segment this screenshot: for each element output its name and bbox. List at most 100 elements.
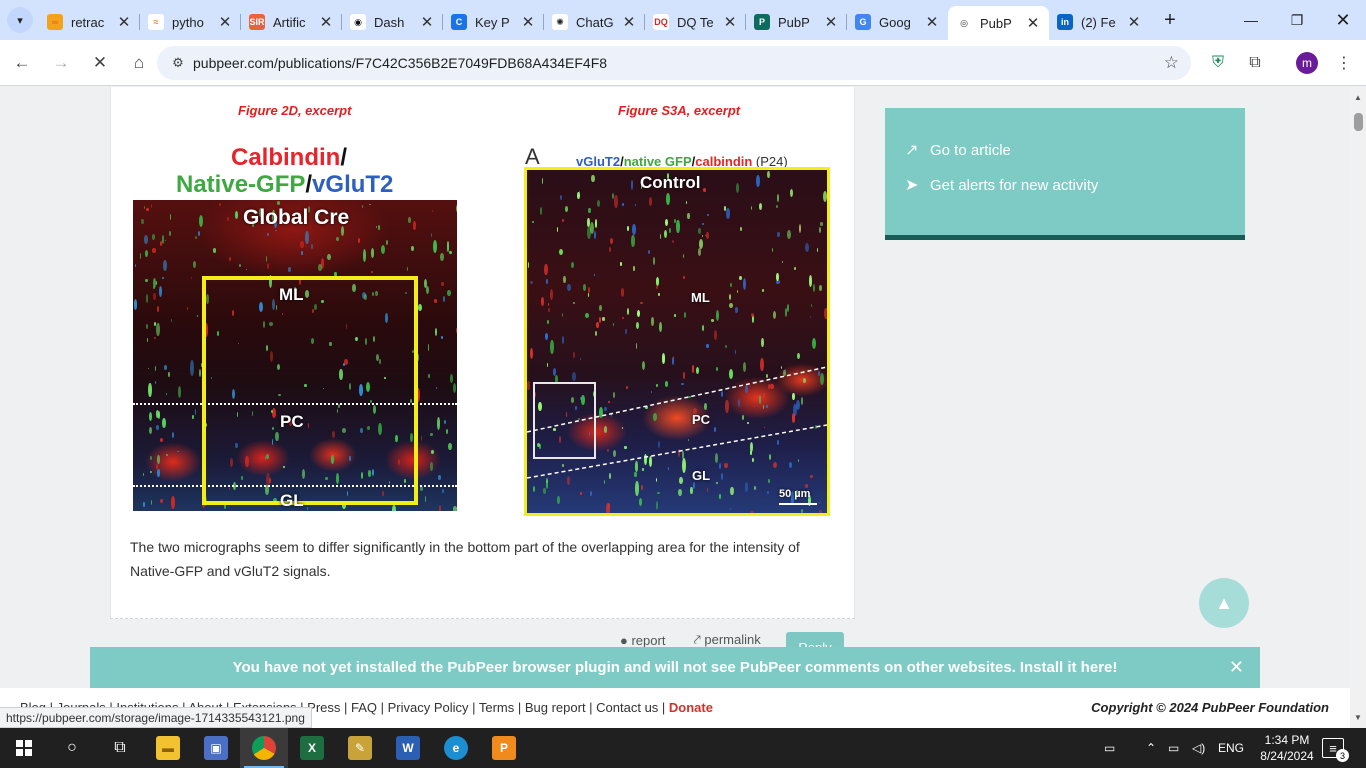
menu-kebab-icon[interactable]: ⋮	[1327, 46, 1361, 80]
browser-toolbar: ← → ✕ ⌂ ⚙ pubpeer.com/publications/F7C42…	[0, 40, 1366, 86]
fluorescence-speck	[164, 365, 168, 370]
home-button[interactable]: ⌂	[122, 46, 156, 80]
figure-right-caption: Figure S3A, excerpt	[618, 103, 741, 118]
clock-date: 8/24/2024	[1260, 749, 1314, 763]
excel-icon[interactable]: X	[288, 728, 336, 768]
fluorescence-speck	[196, 314, 199, 318]
tab-search-button[interactable]: ▾	[7, 7, 33, 33]
fluorescence-speck	[440, 282, 445, 286]
fluorescence-speck	[438, 504, 441, 511]
browser-tab[interactable]: C Key P ✕	[443, 6, 544, 38]
report-link[interactable]: ● report	[620, 633, 679, 648]
fluorescence-speck	[301, 251, 303, 256]
tab-title: pytho	[172, 14, 204, 30]
remote-app-icon[interactable]: ▣	[192, 728, 240, 768]
start-button[interactable]	[0, 728, 48, 768]
notification-icon[interactable]: ≡ 3	[1322, 738, 1349, 762]
fluorescence-speck	[305, 230, 309, 245]
page-scrollbar[interactable]: ▲ ▼	[1350, 87, 1366, 727]
tab-close-icon[interactable]: ✕	[722, 13, 738, 31]
fluorescence-speck	[413, 220, 416, 230]
browser-tab[interactable]: ◉ Dash ✕	[342, 6, 443, 38]
fluorescence-speck	[392, 505, 396, 511]
fluorescence-speck	[370, 247, 375, 259]
banner-close-icon[interactable]: ✕	[1229, 657, 1244, 678]
fluorescence-speck	[146, 207, 149, 211]
scroll-down-arrow[interactable]: ▼	[1350, 709, 1366, 725]
tab-title: Key P	[475, 14, 510, 30]
site-info-icon[interactable]: ⚙	[163, 55, 193, 71]
new-tab-button[interactable]: +	[1156, 6, 1184, 34]
permalink-link[interactable]: ⤤ permalink	[693, 632, 774, 648]
donate-link[interactable]: Donate	[669, 700, 713, 715]
tab-title: (2) Fe	[1081, 14, 1116, 30]
tools-app-icon[interactable]: ✎	[336, 728, 384, 768]
tab-close-icon[interactable]: ✕	[318, 13, 334, 31]
url-text[interactable]: pubpeer.com/publications/F7C42C356B2E704…	[193, 55, 607, 71]
permalink-label: permalink	[704, 632, 761, 647]
browser-tab[interactable]: DQ DQ Te ✕	[645, 6, 746, 38]
browser-tab[interactable]: G Goog ✕	[847, 6, 948, 38]
fluorescence-speck	[153, 292, 156, 301]
fluorescence-speck	[166, 453, 168, 457]
close-window-button[interactable]: ✕	[1320, 0, 1366, 40]
get-alerts-link[interactable]: ➤ Get alerts for new activity	[905, 175, 1098, 195]
browser-tab[interactable]: in (2) Fe ✕	[1049, 6, 1150, 38]
back-button[interactable]: ←	[5, 46, 39, 80]
forward-button[interactable]: →	[44, 46, 78, 80]
tab-close-icon[interactable]: ✕	[621, 13, 637, 31]
tab-close-icon[interactable]: ✕	[1025, 14, 1041, 32]
task-view-icon[interactable]: ⧉	[96, 728, 144, 768]
fluorescence-speck	[157, 469, 160, 477]
fluorescence-speck	[177, 450, 180, 453]
install-plugin-link[interactable]: Install it here!	[1020, 659, 1118, 676]
pdf-app-icon[interactable]: P	[480, 728, 528, 768]
plugin-banner: You have not yet installed the PubPeer b…	[90, 647, 1260, 688]
shield-extension-icon[interactable]: ⛨	[1201, 46, 1235, 80]
go-to-article-link[interactable]: ↗ Go to article	[905, 140, 1011, 160]
volume-icon[interactable]: ◁)	[1192, 728, 1205, 768]
browser-tab[interactable]: SIR Artific ✕	[241, 6, 342, 38]
chrome-taskbar-icon[interactable]	[240, 728, 288, 768]
scroll-to-top-button[interactable]: ▲	[1199, 578, 1249, 628]
scroll-thumb[interactable]	[1354, 113, 1363, 131]
fluorescence-speck	[310, 244, 313, 250]
word-icon[interactable]: W	[384, 728, 432, 768]
minimize-button[interactable]: —	[1228, 0, 1274, 40]
bookmark-star-icon[interactable]: ☆	[1164, 53, 1179, 73]
fluorescence-speck	[245, 268, 247, 271]
restore-button[interactable]: ❐	[1274, 0, 1320, 40]
address-bar[interactable]: ⚙ pubpeer.com/publications/F7C42C356B2E7…	[157, 46, 1191, 80]
figure-left-micrograph[interactable]: Global Cre ML PC GL	[133, 200, 457, 511]
browser-tab[interactable]: ✺ ChatG ✕	[544, 6, 645, 38]
ml-layer-label: ML	[279, 285, 304, 304]
tab-close-icon[interactable]: ✕	[520, 13, 536, 31]
profile-avatar[interactable]: m	[1290, 46, 1324, 80]
tab-close-icon[interactable]: ✕	[419, 13, 435, 31]
action-center-icon[interactable]: ▭	[1104, 728, 1115, 768]
system-clock[interactable]: 1:34 PM 8/24/2024	[1256, 732, 1318, 764]
search-icon[interactable]: ○	[48, 728, 96, 768]
browser-tab[interactable]: ◎ PubP ✕	[948, 6, 1049, 40]
tab-close-icon[interactable]: ✕	[823, 13, 839, 31]
browser-tab[interactable]: ∞ retrac ✕	[39, 6, 140, 38]
tab-close-icon[interactable]: ✕	[217, 13, 233, 31]
file-explorer-icon[interactable]: ▬	[144, 728, 192, 768]
show-hidden-icons[interactable]: ⌃	[1146, 728, 1156, 768]
scroll-up-arrow[interactable]: ▲	[1350, 89, 1366, 105]
tab-close-icon[interactable]: ✕	[924, 13, 940, 31]
browser-tab[interactable]: ≈ pytho ✕	[140, 6, 241, 38]
fluorescence-speck	[234, 210, 239, 219]
language-indicator[interactable]: ENG	[1218, 728, 1244, 768]
browser-tab[interactable]: P PubP ✕	[746, 6, 847, 38]
fluorescence-speck	[381, 244, 386, 254]
stop-loading-button[interactable]: ✕	[83, 46, 117, 80]
fluorescence-speck	[190, 360, 195, 376]
tab-close-icon[interactable]: ✕	[1126, 13, 1142, 31]
network-icon[interactable]: ▭	[1168, 728, 1179, 768]
extensions-puzzle-icon[interactable]: ⧉	[1238, 46, 1272, 80]
edge-icon[interactable]: e	[432, 728, 480, 768]
get-alerts-label: Get alerts for new activity	[930, 176, 1099, 194]
tab-close-icon[interactable]: ✕	[116, 13, 132, 31]
fluorescence-speck	[431, 210, 434, 213]
